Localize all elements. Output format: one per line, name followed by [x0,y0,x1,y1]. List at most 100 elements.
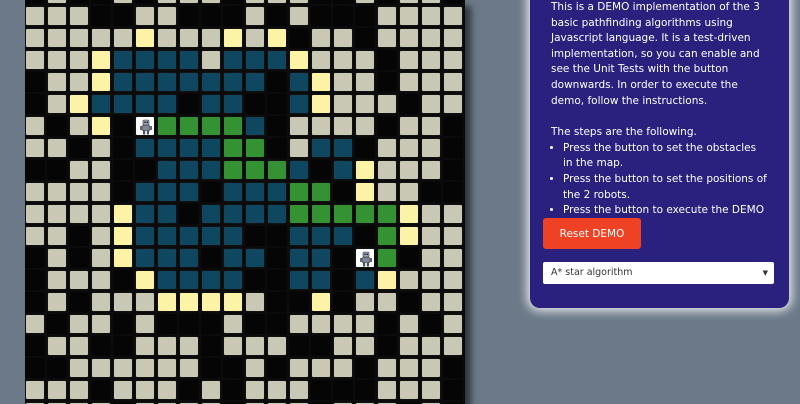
obstacle-cell[interactable] [69,138,89,158]
free-cell[interactable] [399,182,419,202]
obstacle-cell[interactable] [113,270,133,290]
free-cell[interactable] [25,380,45,400]
explored-cell[interactable] [157,226,177,246]
free-cell[interactable] [421,94,441,114]
free-cell[interactable] [421,116,441,136]
explored-cell[interactable] [157,94,177,114]
free-cell[interactable] [91,248,111,268]
explored-cell[interactable] [333,160,353,180]
free-cell[interactable] [311,28,331,48]
frontier-cell[interactable] [311,292,331,312]
obstacle-cell[interactable] [25,72,45,92]
free-cell[interactable] [47,336,67,356]
obstacle-cell[interactable] [355,28,375,48]
free-cell[interactable] [245,28,265,48]
obstacle-cell[interactable] [135,0,155,4]
free-cell[interactable] [91,204,111,224]
explored-cell[interactable] [289,226,309,246]
free-cell[interactable] [47,182,67,202]
path-cell[interactable] [355,204,375,224]
path-cell[interactable] [157,116,177,136]
free-cell[interactable] [421,50,441,70]
obstacle-cell[interactable] [113,182,133,202]
obstacle-cell[interactable] [399,94,419,114]
free-cell[interactable] [421,226,441,246]
free-cell[interactable] [443,28,463,48]
free-cell[interactable] [399,138,419,158]
obstacle-cell[interactable] [201,6,221,26]
obstacle-cell[interactable] [25,0,45,4]
free-cell[interactable] [245,336,265,356]
free-cell[interactable] [377,380,397,400]
free-cell[interactable] [443,248,463,268]
path-cell[interactable] [179,116,199,136]
obstacle-cell[interactable] [91,336,111,356]
free-cell[interactable] [377,292,397,312]
explored-cell[interactable] [289,72,309,92]
obstacle-cell[interactable] [201,358,221,378]
obstacle-cell[interactable] [311,380,331,400]
free-cell[interactable] [377,94,397,114]
free-cell[interactable] [69,358,89,378]
obstacle-cell[interactable] [355,6,375,26]
explored-cell[interactable] [135,138,155,158]
frontier-cell[interactable] [355,160,375,180]
free-cell[interactable] [135,314,155,334]
free-cell[interactable] [443,204,463,224]
free-cell[interactable] [333,314,353,334]
free-cell[interactable] [289,380,309,400]
free-cell[interactable] [25,204,45,224]
frontier-cell[interactable] [135,28,155,48]
obstacle-cell[interactable] [377,116,397,136]
frontier-cell[interactable] [135,270,155,290]
obstacle-cell[interactable] [47,116,67,136]
free-cell[interactable] [47,204,67,224]
obstacle-cell[interactable] [179,314,199,334]
obstacle-cell[interactable] [157,314,177,334]
explored-cell[interactable] [289,160,309,180]
explored-cell[interactable] [355,270,375,290]
obstacle-cell[interactable] [311,336,331,356]
path-cell[interactable] [223,116,243,136]
path-cell[interactable] [311,204,331,224]
explored-cell[interactable] [179,50,199,70]
explored-cell[interactable] [135,50,155,70]
explored-cell[interactable] [201,94,221,114]
free-cell[interactable] [443,314,463,334]
explored-cell[interactable] [333,138,353,158]
obstacle-cell[interactable] [25,292,45,312]
obstacle-cell[interactable] [443,182,463,202]
explored-cell[interactable] [245,50,265,70]
obstacle-cell[interactable] [377,50,397,70]
free-cell[interactable] [377,182,397,202]
free-cell[interactable] [113,292,133,312]
free-cell[interactable] [443,50,463,70]
free-cell[interactable] [47,226,67,246]
free-cell[interactable] [421,358,441,378]
explored-cell[interactable] [179,270,199,290]
free-cell[interactable] [245,6,265,26]
explored-cell[interactable] [245,248,265,268]
path-cell[interactable] [223,160,243,180]
free-cell[interactable] [289,314,309,334]
frontier-cell[interactable] [179,292,199,312]
free-cell[interactable] [47,270,67,290]
free-cell[interactable] [69,160,89,180]
free-cell[interactable] [47,380,67,400]
free-cell[interactable] [399,314,419,334]
free-cell[interactable] [91,314,111,334]
obstacle-cell[interactable] [443,358,463,378]
free-cell[interactable] [443,72,463,92]
free-cell[interactable] [25,182,45,202]
free-cell[interactable] [311,314,331,334]
free-cell[interactable] [69,182,89,202]
obstacle-cell[interactable] [267,226,287,246]
obstacle-cell[interactable] [113,116,133,136]
obstacle-cell[interactable] [311,0,331,4]
frontier-cell[interactable] [355,182,375,202]
free-cell[interactable] [157,336,177,356]
path-cell[interactable] [201,116,221,136]
free-cell[interactable] [157,358,177,378]
obstacle-cell[interactable] [69,0,89,4]
explored-cell[interactable] [179,160,199,180]
